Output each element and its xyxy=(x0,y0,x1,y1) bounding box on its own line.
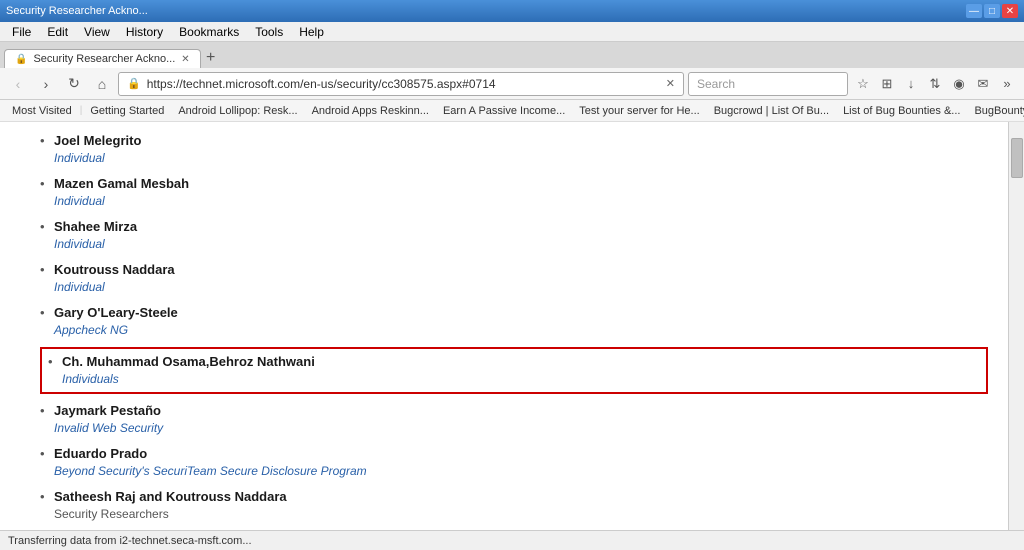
person-org: Individual xyxy=(54,193,988,210)
menu-file[interactable]: File xyxy=(4,23,39,41)
list-item: Shahee MirzaIndividual xyxy=(40,218,988,253)
tab-label: Security Researcher Ackno... xyxy=(33,53,175,65)
home-button[interactable]: ⌂ xyxy=(90,72,114,96)
address-clear-button[interactable]: ✕ xyxy=(666,77,675,90)
vertical-scrollbar[interactable] xyxy=(1008,122,1024,530)
tab-bar: 🔒 Security Researcher Ackno... ✕ + xyxy=(0,42,1024,68)
menu-edit[interactable]: Edit xyxy=(39,23,76,41)
person-name: Eduardo Prado xyxy=(54,445,988,463)
people-list: Joel MelegritoIndividualMazen Gamal Mesb… xyxy=(40,132,988,530)
window-controls: — □ ✕ xyxy=(966,4,1018,18)
person-name: Satheesh Raj and Koutrouss Naddara xyxy=(54,488,988,506)
bookmark-bugbountyprogram[interactable]: BugBountyProgram xyxy=(968,104,1024,118)
list-item: Jaymark PestañoInvalid Web Security xyxy=(40,402,988,437)
person-name: Koutrouss Naddara xyxy=(54,261,988,279)
person-org: Individual xyxy=(54,279,988,296)
bookmark-passive-income[interactable]: Earn A Passive Income... xyxy=(437,104,571,118)
list-item: Eduardo PradoBeyond Security's SecuriTea… xyxy=(40,445,988,480)
close-button[interactable]: ✕ xyxy=(1002,4,1018,18)
tab-close-button[interactable]: ✕ xyxy=(181,54,189,65)
person-name: Jaymark Pestaño xyxy=(54,402,988,420)
person-name: Gary O'Leary-Steele xyxy=(54,304,988,322)
person-name: Shahee Mirza xyxy=(54,218,988,236)
list-item: Satheesh Raj and Koutrouss NaddaraSecuri… xyxy=(40,488,988,523)
person-org: Security Researchers xyxy=(54,506,988,523)
menu-tools[interactable]: Tools xyxy=(247,23,291,41)
back-button[interactable]: ‹ xyxy=(6,72,30,96)
scroll-thumb[interactable] xyxy=(1011,138,1023,178)
page-content: Joel MelegritoIndividualMazen Gamal Mesb… xyxy=(0,122,1008,530)
bookmark-android-lollipop[interactable]: Android Lollipop: Resk... xyxy=(172,104,303,118)
person-org: Individual xyxy=(54,236,988,253)
maximize-button[interactable]: □ xyxy=(984,4,1000,18)
window-title: Security Researcher Ackno... xyxy=(6,5,966,17)
person-org: Appcheck NG xyxy=(54,322,988,339)
status-text: Transferring data from i2-technet.seca-m… xyxy=(8,535,252,547)
minimize-button[interactable]: — xyxy=(966,4,982,18)
menu-history[interactable]: History xyxy=(118,23,171,41)
sync-icon[interactable]: ⇅ xyxy=(924,73,946,95)
person-name: Mazen Gamal Mesbah xyxy=(54,175,988,193)
list-item: Koutrouss NaddaraIndividual xyxy=(40,261,988,296)
list-item: Joel MelegritoIndividual xyxy=(40,132,988,167)
main-content-area: Joel MelegritoIndividualMazen Gamal Mesb… xyxy=(0,122,1024,530)
person-org: Individuals xyxy=(62,371,978,388)
bookmark-bugcrowd[interactable]: Bugcrowd | List Of Bu... xyxy=(708,104,835,118)
person-org: Beyond Security's SecuriTeam Secure Disc… xyxy=(54,463,988,480)
bookmark-test-server[interactable]: Test your server for He... xyxy=(573,104,705,118)
bookmark-getting-started[interactable]: Getting Started xyxy=(84,104,170,118)
address-bar[interactable]: 🔒 https://technet.microsoft.com/en-us/se… xyxy=(118,72,684,96)
person-org: Invalid Web Security xyxy=(54,420,988,437)
refresh-button[interactable]: ↻ xyxy=(62,72,86,96)
bookmarks-star-icon[interactable]: ☆ xyxy=(852,73,874,95)
status-bar: Transferring data from i2-technet.seca-m… xyxy=(0,530,1024,550)
navigation-bar: ‹ › ↻ ⌂ 🔒 https://technet.microsoft.com/… xyxy=(0,68,1024,100)
person-org: Individual xyxy=(54,150,988,167)
menu-bar: File Edit View History Bookmarks Tools H… xyxy=(0,22,1024,42)
bookmarks-bar: Most Visited | Getting Started Android L… xyxy=(0,100,1024,122)
download-icon[interactable]: ↓ xyxy=(900,73,922,95)
mozilla-icon[interactable]: ◉ xyxy=(948,73,970,95)
list-item: Gary O'Leary-SteeleAppcheck NG xyxy=(40,304,988,339)
person-name: Joel Melegrito xyxy=(54,132,988,150)
ssl-lock-icon: 🔒 xyxy=(127,77,141,90)
forward-button[interactable]: › xyxy=(34,72,58,96)
active-tab[interactable]: 🔒 Security Researcher Ackno... ✕ xyxy=(4,49,201,68)
bookmark-bug-bounties[interactable]: List of Bug Bounties &... xyxy=(837,104,966,118)
menu-bookmarks[interactable]: Bookmarks xyxy=(171,23,247,41)
list-item: Mazen Gamal MesbahIndividual xyxy=(40,175,988,210)
search-bar[interactable]: Search xyxy=(688,72,848,96)
search-placeholder: Search xyxy=(697,77,735,91)
person-name: Ch. Muhammad Osama,Behroz Nathwani xyxy=(62,353,978,371)
bookmark-list-icon[interactable]: ⊞ xyxy=(876,73,898,95)
title-bar: Security Researcher Ackno... — □ ✕ xyxy=(0,0,1024,22)
menu-help[interactable]: Help xyxy=(291,23,332,41)
menu-view[interactable]: View xyxy=(76,23,118,41)
bookmark-android-apps[interactable]: Android Apps Reskinn... xyxy=(306,104,435,118)
more-icon[interactable]: » xyxy=(996,73,1018,95)
highlighted-person-entry: Ch. Muhammad Osama,Behroz NathwaniIndivi… xyxy=(40,347,988,394)
address-text: https://technet.microsoft.com/en-us/secu… xyxy=(147,77,660,91)
bookmark-most-visited[interactable]: Most Visited xyxy=(6,104,78,118)
tab-favicon: 🔒 xyxy=(15,54,27,65)
new-tab-button[interactable]: + xyxy=(201,48,221,68)
browser-toolbar-icons: ☆ ⊞ ↓ ⇅ ◉ ✉ » xyxy=(852,73,1018,95)
chat-icon[interactable]: ✉ xyxy=(972,73,994,95)
